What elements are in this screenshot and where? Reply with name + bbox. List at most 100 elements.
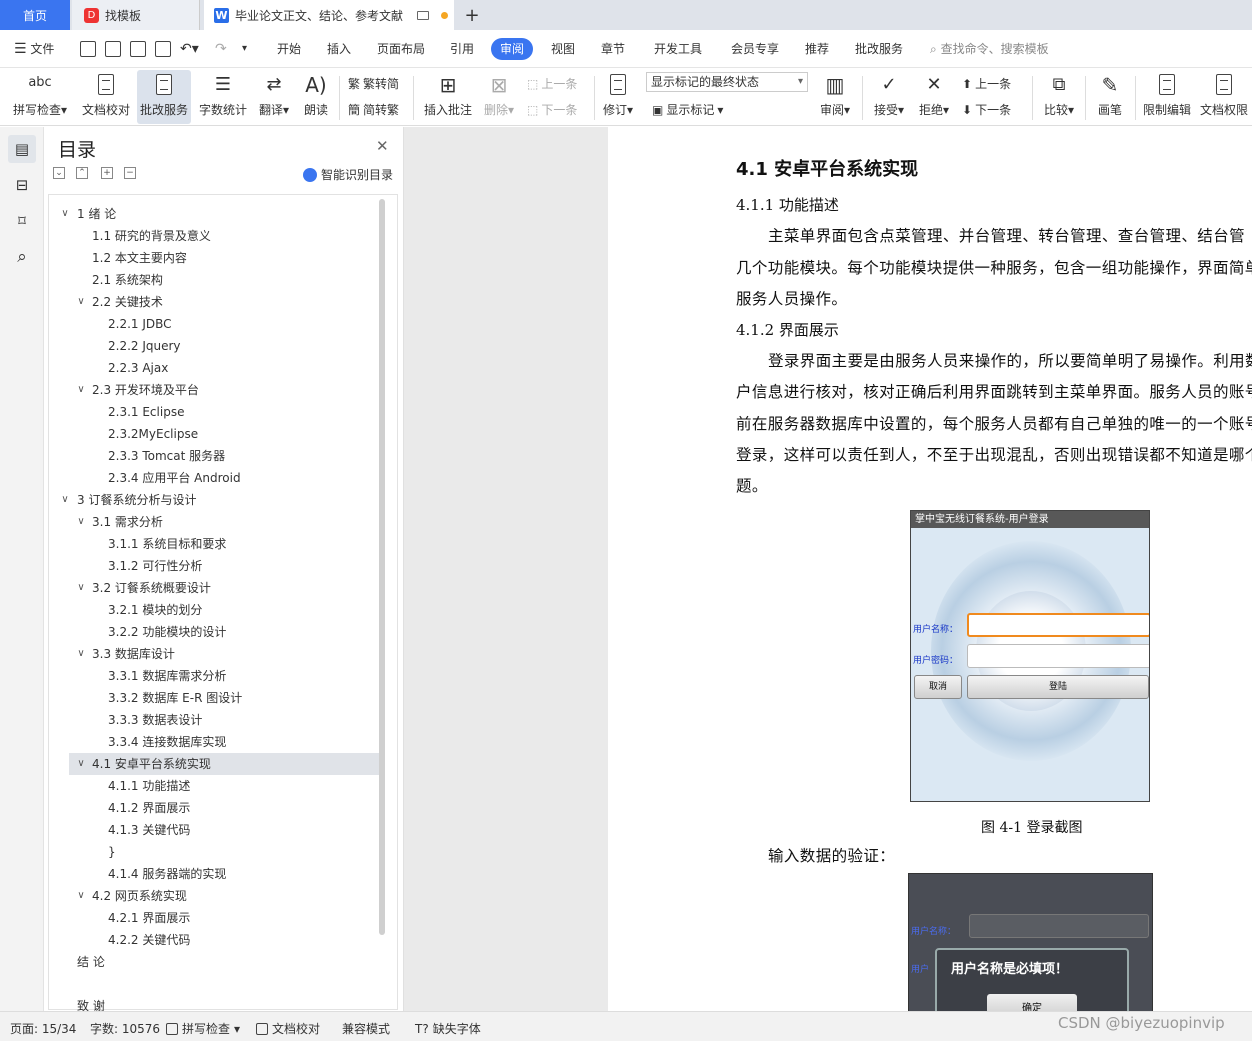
prev-comment-button[interactable]: ⬚ 上一条 — [527, 75, 577, 92]
toc-item[interactable] — [49, 973, 381, 995]
toc-item[interactable]: 4.2.1 界面展示 — [49, 907, 381, 929]
translate-button[interactable]: ⇄ 翻译▾ — [256, 70, 292, 124]
toc-scrollbar[interactable] — [379, 199, 385, 935]
markup-state-select[interactable]: 显示标记的最终状态 — [646, 72, 808, 92]
toc-item[interactable]: 4.1.1 功能描述 — [49, 775, 381, 797]
chevron-down-icon[interactable]: ∨ — [59, 203, 71, 225]
prev-revision-button[interactable]: ⬆ 上一条 — [962, 75, 1011, 92]
print-icon[interactable] — [130, 41, 146, 57]
menu-insert[interactable]: 插入 — [327, 38, 351, 60]
toc-item[interactable]: ∨ 2.3 开发环境及平台 — [49, 379, 381, 401]
doc-proof-button[interactable]: 文档校对 — [80, 70, 132, 124]
command-search[interactable]: ⌕ 查找命令、搜索模板 — [930, 38, 1049, 60]
simp-to-trad-button[interactable]: 簡简转繁 — [348, 101, 399, 118]
compat-mode[interactable]: 兼容模式 — [342, 1020, 390, 1037]
menu-review[interactable]: 审阅 — [491, 38, 534, 60]
review-pane-button[interactable]: ▥ 审阅▾ — [816, 70, 854, 124]
fig2-username-input[interactable] — [969, 914, 1149, 938]
status-spellcheck[interactable]: 拼写检查 ▾ — [166, 1020, 240, 1037]
toc-item[interactable]: ∨ 3 订餐系统分析与设计 — [49, 489, 381, 511]
toc-item[interactable]: 3.3.3 数据表设计 — [49, 709, 381, 731]
accept-button[interactable]: ✓ 接受▾ — [870, 70, 908, 124]
toc-item[interactable]: ∨ 4.2 网页系统实现 — [49, 885, 381, 907]
read-aloud-button[interactable]: A) 朗读 — [300, 70, 332, 124]
correction-service-button[interactable]: 批改服务 — [137, 70, 191, 124]
chevron-down-icon[interactable]: ∨ — [75, 511, 87, 533]
toc-item[interactable]: 3.1.2 可行性分析 — [49, 555, 381, 577]
restrict-edit-button[interactable]: 限制编辑 — [1141, 70, 1193, 124]
menu-reference[interactable]: 引用 — [450, 38, 474, 60]
bookmark-icon[interactable]: ⌑ — [8, 207, 36, 235]
toc-item[interactable]: ∨ 4.1 安卓平台系统实现 — [69, 753, 383, 775]
add-heading-icon[interactable]: + — [101, 167, 113, 179]
chevron-down-icon[interactable]: ∨ — [75, 885, 87, 907]
expand-up-icon[interactable]: ⌃ — [76, 167, 88, 179]
spellcheck-button[interactable]: abc 拼写检查▾ — [10, 70, 70, 124]
toc-item[interactable]: 2.3.4 应用平台 Android — [49, 467, 381, 489]
ok-button[interactable]: 确定 — [987, 994, 1077, 1011]
toc-item[interactable]: 2.2.3 Ajax — [49, 357, 381, 379]
toc-item[interactable]: 4.2.2 关键代码 — [49, 929, 381, 951]
reject-button[interactable]: ✕ 拒绝▾ — [915, 70, 953, 124]
smart-toc-button[interactable]: 智能识别目录 — [303, 166, 393, 183]
doc-rights-button[interactable]: 文档权限 — [1198, 70, 1250, 124]
toc-item[interactable]: 3.3.4 连接数据库实现 — [49, 731, 381, 753]
search-icon[interactable]: ⌕ — [8, 243, 36, 271]
toc-view-icon[interactable]: ▤ — [8, 135, 36, 163]
toc-item[interactable]: ∨ 3.3 数据库设计 — [49, 643, 381, 665]
cancel-button[interactable]: 取消 — [914, 675, 962, 699]
document-page[interactable]: 4.1 安卓平台系统实现 4.1.1 功能描述 主菜单界面包含点菜管理、并台管理… — [608, 127, 1252, 1011]
show-markup-button[interactable]: ▣ 显示标记 ▾ — [652, 101, 723, 118]
trad-to-simp-button[interactable]: 繁繁转简 — [348, 75, 399, 92]
toc-item[interactable]: 2.3.3 Tomcat 服务器 — [49, 445, 381, 467]
toc-item[interactable]: } — [49, 841, 381, 863]
word-count-indicator[interactable]: 字数: 10576 — [90, 1020, 160, 1037]
insert-comment-button[interactable]: ⊞ 插入批注 — [422, 70, 474, 124]
file-menu[interactable]: ☰ 文件 — [14, 38, 54, 60]
menu-correction[interactable]: 批改服务 — [855, 38, 903, 60]
pen-button[interactable]: ✎ 画笔 — [1092, 70, 1128, 124]
remove-heading-icon[interactable]: − — [124, 167, 136, 179]
redo-icon[interactable]: ↷ — [215, 38, 227, 60]
chapter-nav-icon[interactable]: ⊟ — [8, 171, 36, 199]
next-revision-button[interactable]: ⬇ 下一条 — [962, 101, 1011, 118]
page-indicator[interactable]: 页面: 15/34 — [10, 1020, 76, 1037]
monitor-icon[interactable] — [417, 10, 430, 20]
revise-button[interactable]: 修订▾ — [600, 70, 636, 124]
collapse-all-icon[interactable]: ⌄ — [53, 167, 65, 179]
toc-item[interactable]: ∨ 3.2 订餐系统概要设计 — [49, 577, 381, 599]
next-comment-button[interactable]: ⬚ 下一条 — [527, 101, 577, 118]
toc-item[interactable]: 4.1.3 关键代码 — [49, 819, 381, 841]
close-icon[interactable]: ✕ — [376, 137, 389, 155]
toc-item[interactable]: 1.2 本文主要内容 — [49, 247, 381, 269]
toc-item[interactable]: 2.2.1 JDBC — [49, 313, 381, 335]
toc-item[interactable]: 4.1.2 界面展示 — [49, 797, 381, 819]
chevron-down-icon[interactable]: ∨ — [75, 577, 87, 599]
toc-item[interactable]: 结 论 — [49, 951, 381, 973]
toc-item[interactable]: 2.3.1 Eclipse — [49, 401, 381, 423]
new-tab-button[interactable]: + — [458, 0, 486, 30]
export-pdf-icon[interactable] — [105, 41, 121, 57]
chevron-down-icon[interactable]: ∨ — [75, 753, 87, 775]
compare-button[interactable]: ⧉ 比较▾ — [1040, 70, 1078, 124]
toc-item[interactable]: 3.2.1 模块的划分 — [49, 599, 381, 621]
chevron-down-icon[interactable]: ∨ — [75, 379, 87, 401]
chevron-down-icon[interactable]: ∨ — [75, 291, 87, 313]
word-count-button[interactable]: ☰ 字数统计 — [197, 70, 249, 124]
menu-page-layout[interactable]: 页面布局 — [377, 38, 425, 60]
toc-item[interactable]: 3.2.2 功能模块的设计 — [49, 621, 381, 643]
toc-item[interactable]: ∨ 1 绪 论 — [49, 203, 381, 225]
tab-find-template[interactable]: D 找模板 — [72, 0, 200, 30]
quick-access-dropdown-icon[interactable]: ▾ — [242, 38, 247, 60]
password-input[interactable] — [967, 644, 1149, 668]
tab-home[interactable]: 首页 — [0, 0, 70, 30]
toc-item[interactable]: 4.1.4 服务器端的实现 — [49, 863, 381, 885]
delete-comment-button[interactable]: ⊠ 删除▾ — [480, 70, 518, 124]
undo-icon[interactable]: ↶▾ — [180, 38, 199, 60]
toc-item[interactable]: 1.1 研究的背景及意义 — [49, 225, 381, 247]
toc-item[interactable]: 2.3.2MyEclipse — [49, 423, 381, 445]
toc-item[interactable]: 3.3.2 数据库 E-R 图设计 — [49, 687, 381, 709]
menu-member[interactable]: 会员专享 — [731, 38, 779, 60]
toc-item[interactable]: 3.1.1 系统目标和要求 — [49, 533, 381, 555]
username-input[interactable] — [967, 613, 1149, 637]
